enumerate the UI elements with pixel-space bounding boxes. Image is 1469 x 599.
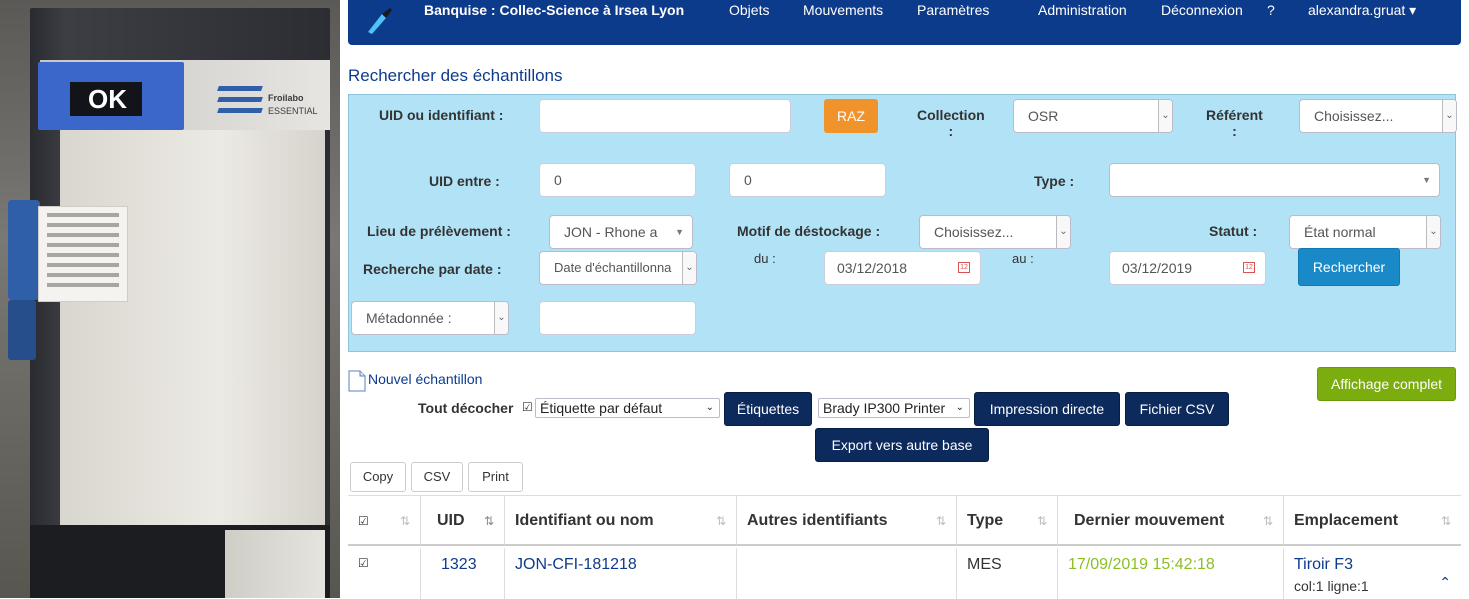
date-from-input[interactable]: 03/12/2018 12 [824, 251, 981, 285]
header-other-ids[interactable]: Autres identifiants ⇅ [737, 496, 957, 546]
samples-table: ☑ ⇅ UID ⇅ Identifiant ou nom ⇅ Autres ident… [348, 495, 1461, 599]
header-check[interactable]: ☑ ⇅ [348, 496, 421, 546]
chevron-down-icon: ⌄ [682, 252, 696, 284]
freezer-brand: Froilabo ESSENTIAL [268, 93, 318, 116]
calendar-icon[interactable]: 12 [958, 262, 970, 273]
chevron-down-icon: ⌄ [494, 302, 508, 334]
sort-asc-icon[interactable]: ⇅ [484, 496, 494, 546]
search-button[interactable]: Rechercher [1298, 248, 1400, 286]
printer-select[interactable]: Brady IP300 Printer ⌄ [818, 398, 970, 418]
chevron-up-icon[interactable]: ⌃ [1439, 574, 1451, 591]
caret-down-icon: ▼ [675, 227, 684, 237]
label-template-select[interactable]: Étiquette par défaut ⌄ [535, 398, 720, 418]
uid-from-input[interactable]: 0 [539, 163, 696, 197]
row-name[interactable]: JON-CFI-181218 [505, 548, 737, 599]
sort-icon[interactable]: ⇅ [1263, 496, 1273, 546]
nav-mouvements[interactable]: Mouvements [803, 2, 883, 18]
motif-label: Motif de déstockage : [737, 223, 881, 239]
uid-to-input[interactable]: 0 [729, 163, 886, 197]
motif-select[interactable]: Choisissez... ⌄ [919, 215, 1071, 249]
labels-button[interactable]: Étiquettes [724, 392, 812, 426]
header-last-move[interactable]: Dernier mouvement ⇅ [1058, 496, 1284, 546]
copy-button[interactable]: Copy [350, 462, 406, 492]
du-label: du : [754, 251, 776, 266]
referent-label: Référent: [1206, 107, 1263, 139]
location-link[interactable]: Tiroir F3 [1294, 556, 1461, 574]
app: Banquise : Collec-Science à Irsea Lyon O… [348, 0, 1469, 599]
nav-deconnexion[interactable]: Déconnexion [1161, 2, 1243, 18]
row-type: MES [957, 548, 1058, 599]
date-type-select[interactable]: Date d'échantillonna ⌄ [539, 251, 697, 285]
chevron-down-icon: ⌄ [705, 402, 714, 413]
direct-print-button[interactable]: Impression directe [974, 392, 1120, 426]
chevron-down-icon: ⌄ [1442, 100, 1456, 132]
nav-user-menu[interactable]: alexandra.gruat ▾ [1308, 2, 1416, 19]
nav-help[interactable]: ? [1267, 2, 1275, 18]
full-display-button[interactable]: Affichage complet [1317, 367, 1456, 401]
type-label: Type : [1034, 173, 1075, 189]
chevron-down-icon: ⌄ [1158, 100, 1172, 132]
uid-label: UID ou identifiant : [379, 107, 504, 123]
uncheck-all-label[interactable]: Tout décocher [418, 400, 513, 416]
nav-brand[interactable]: Banquise : Collec-Science à Irsea Lyon [424, 2, 684, 18]
row-other-ids [737, 548, 957, 599]
chevron-down-icon: ⌄ [1426, 216, 1440, 248]
search-panel: UID ou identifiant : RAZ Collection: OSR… [348, 94, 1457, 352]
row-location: Tiroir F3 col:1 ligne:1 ⌃ [1284, 548, 1461, 599]
csv-file-button[interactable]: Fichier CSV [1125, 392, 1229, 426]
metadata-input[interactable] [539, 301, 696, 335]
chevron-down-icon: ⌄ [1056, 216, 1070, 248]
sort-icon[interactable]: ⇅ [936, 496, 946, 546]
print-button[interactable]: Print [468, 462, 523, 492]
navbar: Banquise : Collec-Science à Irsea Lyon O… [348, 0, 1461, 45]
sort-icon[interactable]: ⇅ [716, 496, 726, 546]
freezer-display: OK [70, 82, 142, 116]
row-checkbox[interactable]: ☑ [348, 548, 421, 599]
csv-button[interactable]: CSV [411, 462, 463, 492]
checkbox-icon[interactable]: ☑ [522, 400, 533, 414]
sort-icon[interactable]: ⇅ [1441, 496, 1451, 546]
lieu-label: Lieu de prélèvement : [367, 223, 511, 239]
sort-icon[interactable]: ⇅ [400, 496, 410, 546]
location-detail: col:1 ligne:1 [1294, 578, 1369, 594]
pipette-icon[interactable] [364, 4, 394, 36]
page-title: Rechercher des échantillons [348, 66, 563, 85]
export-button[interactable]: Export vers autre base [815, 428, 989, 462]
sort-icon[interactable]: ⇅ [1037, 496, 1047, 546]
header-uid[interactable]: UID ⇅ [421, 496, 505, 546]
chevron-down-icon: ⌄ [955, 402, 964, 413]
nav-administration[interactable]: Administration [1038, 2, 1127, 18]
referent-select[interactable]: Choisissez... ⌄ [1299, 99, 1457, 133]
au-label: au : [1012, 251, 1034, 266]
type-select[interactable]: ▼ [1109, 163, 1440, 197]
header-type[interactable]: Type ⇅ [957, 496, 1058, 546]
statut-label: Statut : [1209, 223, 1258, 239]
raz-button[interactable]: RAZ [824, 99, 878, 133]
row-last-move: 17/09/2019 15:42:18 [1058, 548, 1284, 599]
collection-label: Collection: [917, 107, 985, 139]
statut-select[interactable]: État normal ⌄ [1289, 215, 1441, 249]
nav-objets[interactable]: Objets [729, 2, 769, 18]
uid-range-label: UID entre : [429, 173, 500, 189]
row-uid[interactable]: 1323 [421, 548, 505, 599]
nav-parametres[interactable]: Paramètres [917, 2, 989, 18]
header-location[interactable]: Emplacement ⇅ [1284, 496, 1461, 546]
uid-input[interactable] [539, 99, 791, 133]
new-sample-link[interactable]: Nouvel échantillon [368, 371, 482, 387]
header-name[interactable]: Identifiant ou nom ⇅ [505, 496, 737, 546]
caret-down-icon: ▼ [1422, 175, 1431, 185]
freezer-photo: OK Froilabo ESSENTIAL [0, 0, 340, 598]
date-label: Recherche par date : [363, 261, 502, 277]
lieu-select[interactable]: JON - Rhone a ▼ [549, 215, 693, 249]
collection-select[interactable]: OSR ⌄ [1013, 99, 1173, 133]
new-document-icon[interactable] [348, 370, 366, 392]
metadata-select[interactable]: Métadonnée : ⌄ [351, 301, 509, 335]
calendar-icon[interactable]: 12 [1243, 262, 1255, 273]
date-to-input[interactable]: 03/12/2019 12 [1109, 251, 1266, 285]
